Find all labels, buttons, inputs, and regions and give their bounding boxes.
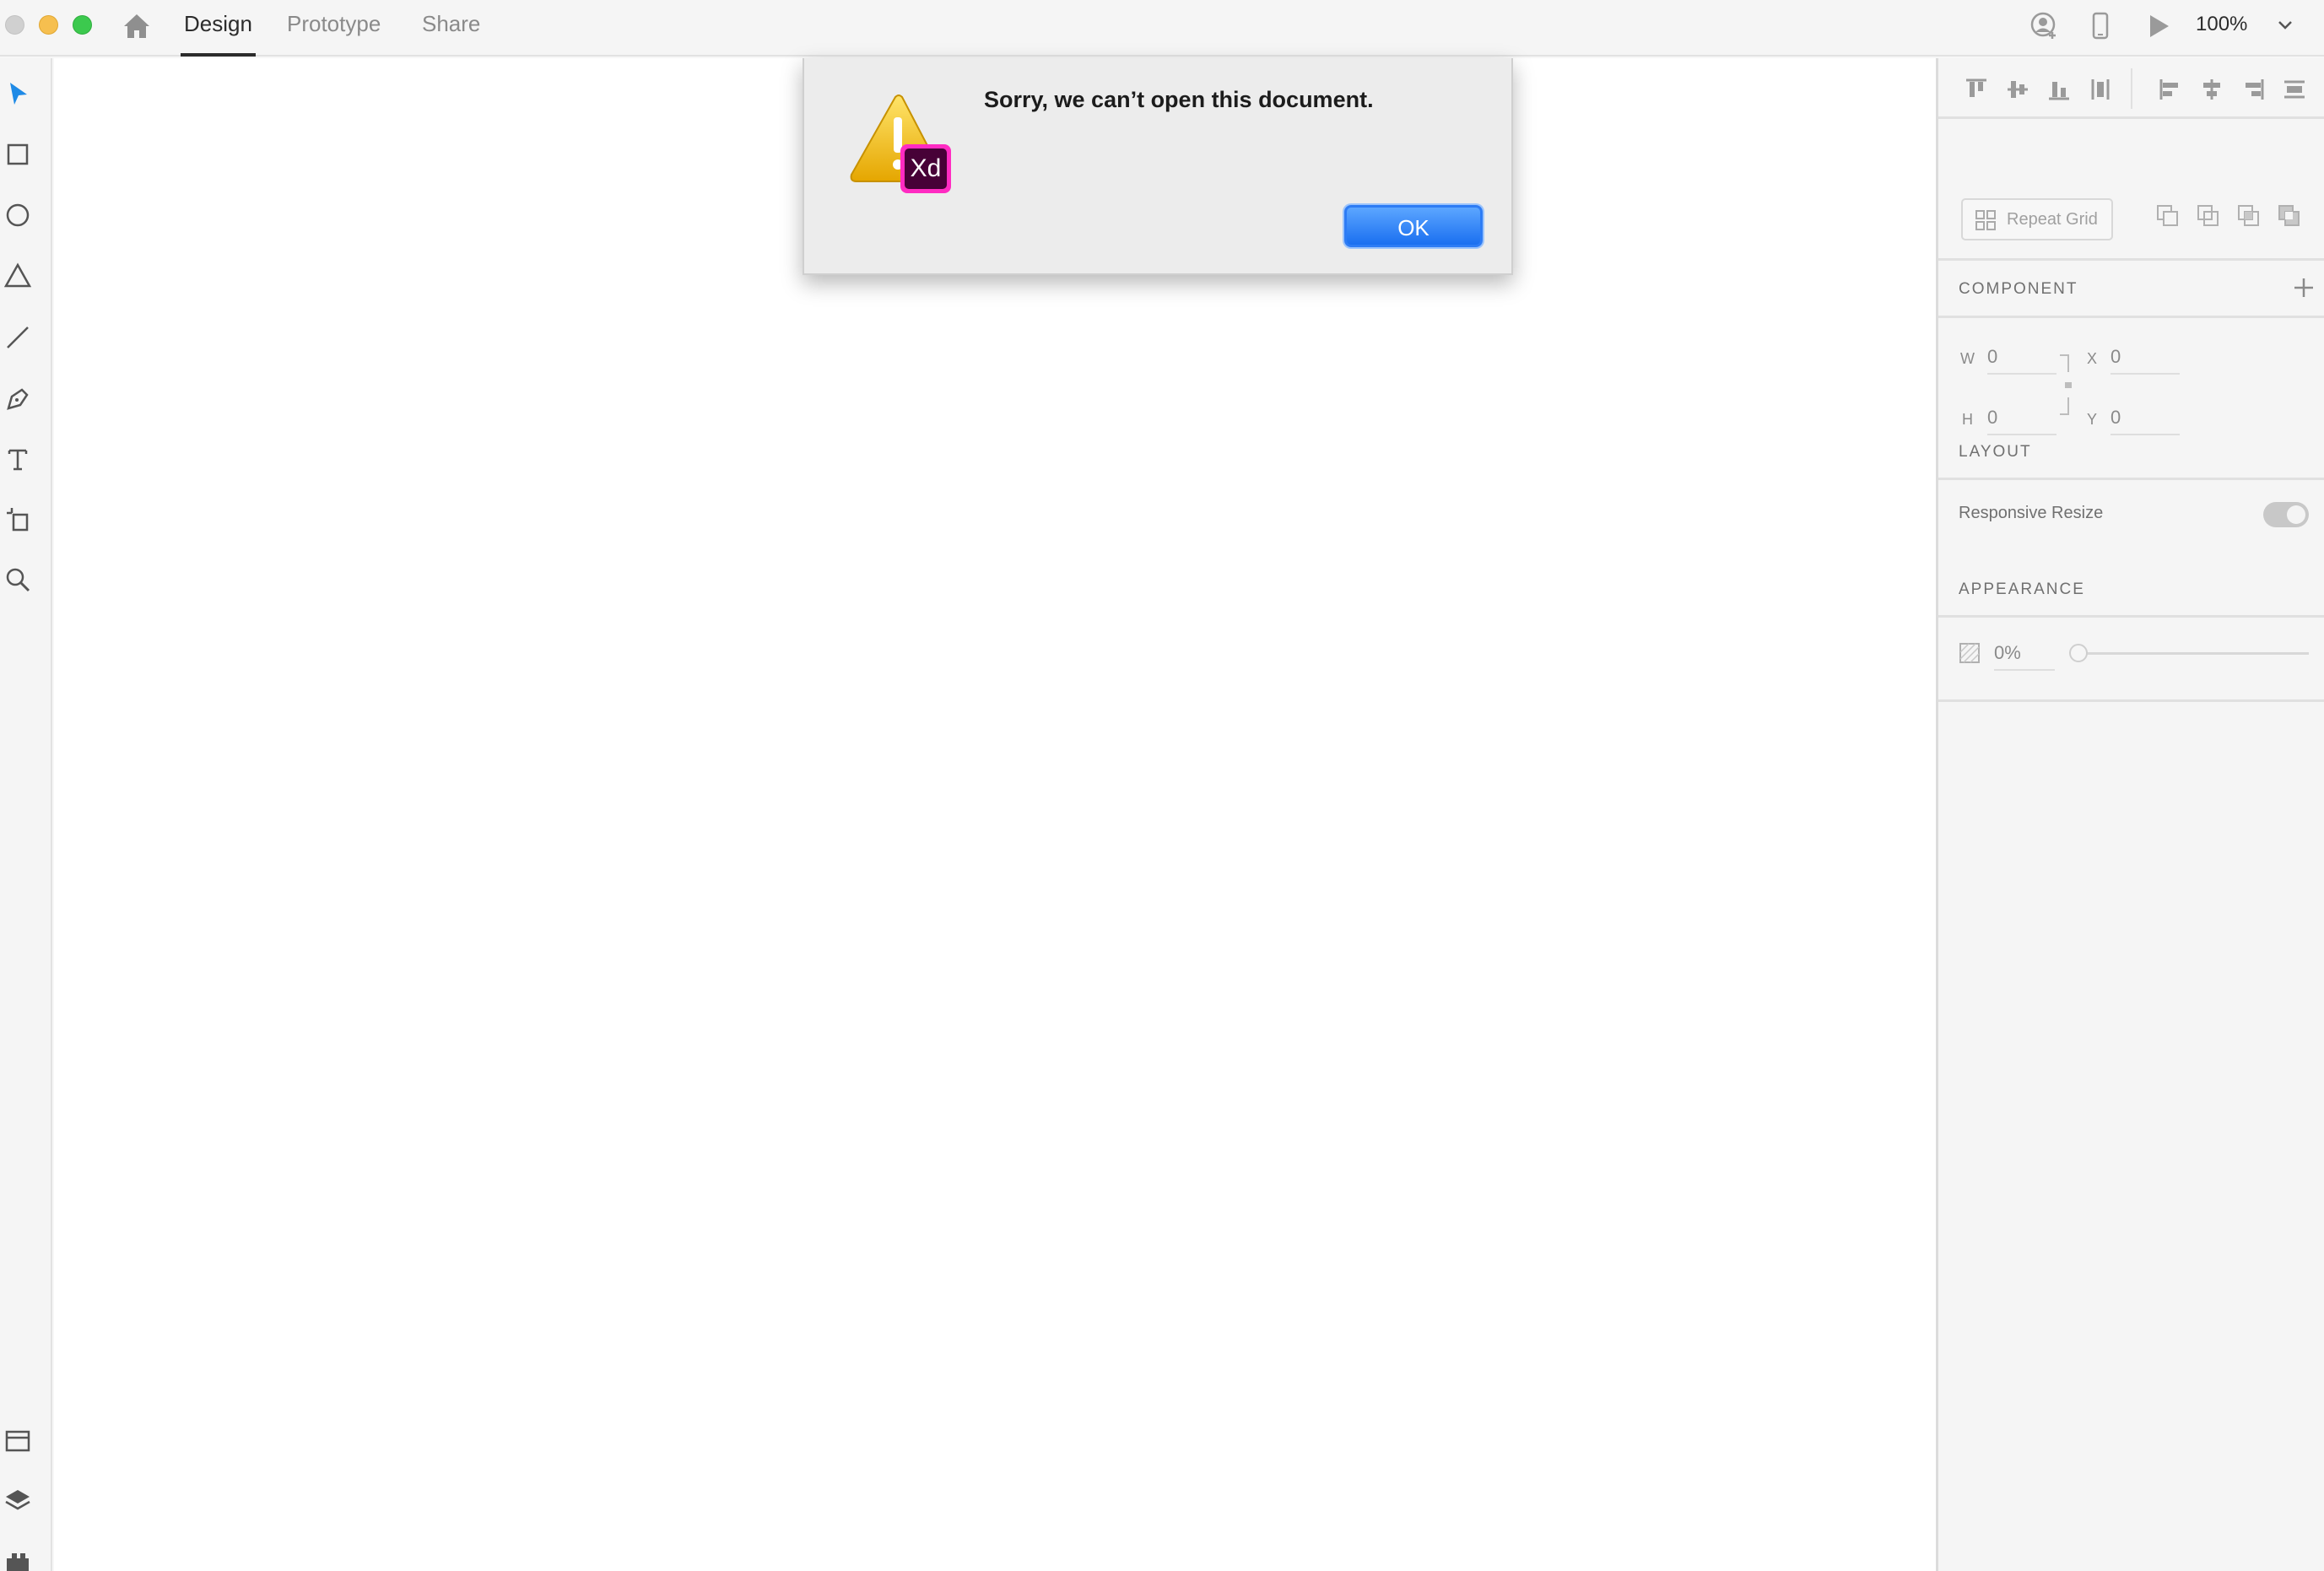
dialog-message: Sorry, we can’t open this document.	[984, 87, 1374, 112]
appearance-label: APPEARANCE	[1959, 580, 2085, 598]
warning-xd-icon: Xd	[850, 94, 951, 193]
align-top-icon[interactable]	[1964, 77, 1989, 102]
divider	[2131, 68, 2132, 109]
distribute-horizontal-icon[interactable]	[2088, 77, 2113, 102]
y-field[interactable]: 0	[2111, 407, 2180, 435]
opacity-slider-track[interactable]	[2076, 652, 2309, 655]
align-center-icon[interactable]	[2199, 77, 2224, 102]
tab-share[interactable]: Share	[422, 11, 480, 57]
share-user-icon[interactable]	[2030, 12, 2059, 40]
window-close-button[interactable]	[5, 15, 24, 35]
width-label: W	[1960, 350, 1975, 367]
alignment-row	[1938, 58, 2324, 119]
x-label: X	[2087, 350, 2098, 367]
width-field[interactable]: 0	[1987, 346, 2056, 375]
component-label: COMPONENT	[1959, 280, 2078, 298]
assets-icon[interactable]	[3, 1427, 34, 1457]
left-toolbar	[0, 58, 52, 1571]
line-tool-icon[interactable]	[3, 322, 34, 353]
xd-badge-text: Xd	[911, 154, 942, 182]
distribute-vertical-icon[interactable]	[2282, 77, 2307, 102]
property-inspector: Repeat Grid COMPONENT W 0 X 0 H 0 Y 0 LA…	[1936, 58, 2324, 1571]
home-icon[interactable]	[122, 12, 152, 40]
ok-button-label: OK	[1397, 215, 1430, 240]
lock-aspect-icon[interactable]	[2058, 354, 2072, 416]
height-field[interactable]: 0	[1987, 407, 2056, 435]
zoom-level[interactable]: 100%	[2196, 13, 2247, 36]
responsive-resize-label: Responsive Resize	[1959, 504, 2104, 522]
ok-button[interactable]: OK	[1344, 205, 1483, 247]
height-label: H	[1962, 411, 1973, 428]
device-preview-icon[interactable]	[2086, 12, 2115, 40]
window-maximize-button[interactable]	[73, 15, 92, 35]
layout-label: LAYOUT	[1959, 443, 2032, 461]
design-canvas[interactable]	[54, 58, 1936, 1571]
tab-design[interactable]: Design	[181, 11, 256, 57]
opacity-field[interactable]: 0%	[1994, 642, 2055, 671]
window-minimize-button[interactable]	[39, 15, 58, 35]
y-label: Y	[2087, 411, 2098, 428]
align-left-icon[interactable]	[2158, 77, 2183, 102]
opacity-icon	[1959, 643, 1980, 663]
divider	[1938, 478, 2324, 480]
text-tool-icon[interactable]	[3, 444, 34, 474]
plugins-icon[interactable]	[3, 1547, 34, 1571]
play-icon[interactable]	[2143, 12, 2172, 40]
component-section: COMPONENT	[1938, 202, 2324, 298]
opacity-slider-handle[interactable]	[2069, 644, 2088, 662]
tab-prototype[interactable]: Prototype	[287, 11, 381, 57]
divider	[1938, 615, 2324, 618]
divider	[1938, 699, 2324, 702]
select-tool-icon[interactable]	[3, 79, 34, 110]
add-component-icon[interactable]	[2291, 275, 2316, 300]
toggle-knob	[2287, 505, 2305, 524]
responsive-resize-toggle[interactable]	[2263, 502, 2309, 527]
align-middle-icon[interactable]	[2005, 77, 2030, 102]
chevron-down-icon[interactable]	[2275, 15, 2295, 35]
layers-icon[interactable]	[3, 1487, 34, 1517]
rectangle-tool-icon[interactable]	[3, 140, 34, 170]
x-field[interactable]: 0	[2111, 346, 2180, 375]
polygon-tool-icon[interactable]	[3, 262, 34, 292]
artboard-tool-icon[interactable]	[3, 505, 34, 535]
zoom-tool-icon[interactable]	[3, 565, 34, 596]
divider	[1938, 316, 2324, 318]
ellipse-tool-icon[interactable]	[3, 201, 34, 231]
pen-tool-icon[interactable]	[3, 383, 34, 413]
error-dialog: Xd Sorry, we can’t open this document. O…	[803, 58, 1513, 275]
align-bottom-icon[interactable]	[2046, 77, 2072, 102]
align-right-icon[interactable]	[2240, 77, 2266, 102]
title-bar: Design Prototype Share 100%	[0, 0, 2324, 57]
